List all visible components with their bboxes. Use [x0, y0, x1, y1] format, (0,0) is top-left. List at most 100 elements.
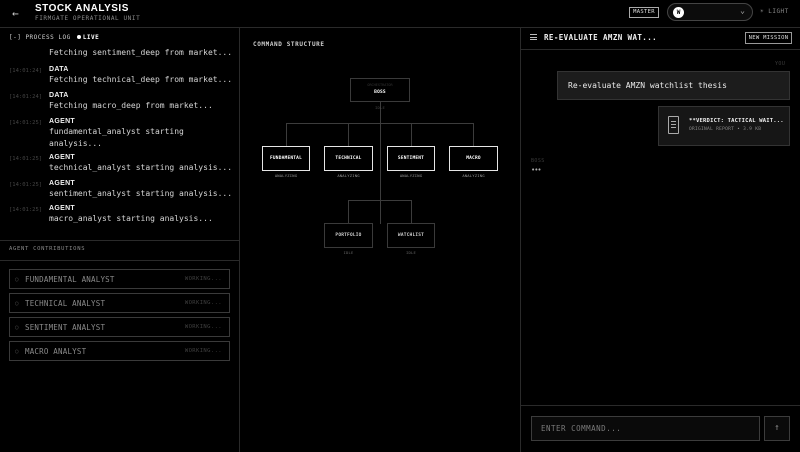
hamburger-menu-icon[interactable]	[530, 34, 537, 40]
arrow-left-icon[interactable]: ←	[12, 7, 19, 20]
log-message: Fetching macro_deep from market...	[49, 101, 213, 110]
connector-line	[411, 123, 412, 146]
log-type: AGENT	[49, 154, 75, 161]
connector-line	[286, 123, 474, 124]
agent-card-technical[interactable]: ○ TECHNICAL ANALYST WORKING...	[9, 293, 230, 313]
node-status: ANALYZING	[337, 173, 360, 178]
sender-label-boss: BOSS	[531, 158, 545, 164]
command-input[interactable]	[531, 416, 760, 441]
log-message: fundamental_analyst starting	[49, 127, 184, 136]
mission-title: RE-EVALUATE AMZN WAT...	[544, 33, 658, 42]
agent-name: SENTIMENT ANALYST	[25, 323, 106, 332]
log-message: sentiment_analyst starting analysis...	[49, 189, 233, 198]
agent-status: WORKING...	[184, 324, 222, 330]
report-title: **VERDICT: TACTICAL WAIT...	[689, 118, 784, 124]
node-watchlist[interactable]: WATCHLIST	[387, 223, 435, 248]
user-message-bubble: Re-evaluate AMZN watchlist thesis	[557, 71, 790, 100]
status-dot-icon: ○	[15, 348, 19, 355]
status-dot-icon: ○	[15, 324, 19, 331]
connector-line	[411, 200, 412, 223]
log-timestamp: [14:01:24]	[9, 94, 43, 100]
document-icon	[668, 116, 679, 134]
typing-indicator: •••	[531, 166, 542, 174]
connector-line	[473, 123, 474, 146]
log-timestamp: [14:01:25]	[9, 156, 43, 162]
node-faint-label: ORCHESTRATOR	[367, 83, 393, 87]
log-timestamp: [14:01:25]	[9, 182, 43, 188]
agent-card-sentiment[interactable]: ○ SENTIMENT ANALYST WORKING...	[9, 317, 230, 337]
theme-toggle[interactable]: ☀ LIGHT	[760, 8, 789, 15]
agent-card-fundamental[interactable]: ○ FUNDAMENTAL ANALYST WORKING...	[9, 269, 230, 289]
command-structure-header: COMMAND STRUCTURE	[253, 41, 325, 48]
user-message-text: Re-evaluate AMZN watchlist thesis	[568, 81, 727, 90]
workspace-avatar: W	[673, 7, 684, 18]
workspace-selector[interactable]: W ⌄	[667, 3, 753, 21]
page-subtitle: FIRMGATE OPERATIONAL UNIT	[35, 15, 141, 22]
node-portfolio[interactable]: PORTFOLIO	[324, 223, 373, 248]
process-log-title: [-] PROCESS LOG	[9, 34, 71, 41]
arrow-up-icon: ↑	[774, 423, 780, 433]
process-log-header[interactable]: [-] PROCESS LOG LIVE	[9, 34, 99, 41]
connector-line	[348, 123, 349, 146]
node-label: FUNDAMENTAL	[269, 156, 302, 161]
node-label: SENTIMENT	[397, 156, 425, 161]
node-label: BOSS	[374, 90, 386, 95]
send-button[interactable]: ↑	[764, 416, 790, 441]
report-attachment[interactable]: **VERDICT: TACTICAL WAIT... ORIGINAL REP…	[658, 106, 790, 146]
log-message: analysis...	[49, 139, 102, 148]
divider	[521, 49, 800, 50]
node-label: TECHNICAL	[335, 156, 362, 161]
node-status: ANALYZING	[274, 173, 298, 178]
status-dot-icon: ○	[15, 276, 19, 283]
log-type: AGENT	[49, 180, 75, 187]
node-macro[interactable]: MACRO	[449, 146, 498, 171]
divider	[0, 240, 240, 241]
command-structure-panel: COMMAND STRUCTURE ORCHESTRATOR BOSS IDLE…	[240, 28, 521, 452]
node-boss[interactable]: ORCHESTRATOR BOSS	[350, 78, 410, 102]
agent-name: TECHNICAL ANALYST	[25, 299, 106, 308]
chevron-down-icon: ⌄	[740, 6, 745, 15]
new-mission-button[interactable]: NEW MISSION	[745, 32, 792, 44]
node-status: IDLE	[375, 105, 385, 110]
log-type: AGENT	[49, 118, 75, 125]
connector-line	[286, 123, 287, 146]
node-label: WATCHLIST	[397, 233, 425, 238]
status-dot-icon: ○	[15, 300, 19, 307]
log-type: DATA	[49, 92, 69, 99]
agent-name: FUNDAMENTAL ANALYST	[25, 275, 115, 284]
node-status: IDLE	[343, 250, 354, 255]
divider	[0, 260, 240, 261]
page-title: STOCK ANALYSIS	[35, 3, 129, 14]
connector-line	[348, 200, 349, 223]
contributions-header: AGENT CONTRIBUTIONS	[9, 246, 86, 252]
agent-card-macro[interactable]: ○ MACRO ANALYST WORKING...	[9, 341, 230, 361]
node-status: ANALYZING	[462, 173, 485, 178]
node-sentiment[interactable]: SENTIMENT	[387, 146, 435, 171]
mission-panel: RE-EVALUATE AMZN WAT... NEW MISSION YOU …	[521, 28, 800, 452]
log-message: technical_analyst starting analysis...	[49, 163, 233, 172]
node-label: PORTFOLIO	[335, 233, 362, 238]
node-fundamental[interactable]: FUNDAMENTAL	[262, 146, 310, 171]
left-panel: [-] PROCESS LOG LIVE Fetching sentiment_…	[0, 28, 240, 452]
log-message: Fetching sentiment_deep from market...	[49, 48, 233, 57]
log-type: DATA	[49, 66, 69, 73]
node-status: ANALYZING	[399, 173, 423, 178]
node-technical[interactable]: TECHNICAL	[324, 146, 373, 171]
log-timestamp: [14:01:25]	[9, 207, 43, 213]
log-type: AGENT	[49, 205, 75, 212]
divider	[521, 405, 800, 406]
app-header: ← STOCK ANALYSIS FIRMGATE OPERATIONAL UN…	[0, 0, 800, 28]
agent-status: WORKING...	[184, 300, 222, 306]
report-meta: ORIGINAL REPORT • 3.9 KB	[689, 127, 762, 132]
agent-status: WORKING...	[184, 276, 222, 282]
agent-name: MACRO ANALYST	[25, 347, 87, 356]
mode-badge[interactable]: MASTER	[629, 7, 659, 18]
sender-label-you: YOU	[775, 61, 786, 67]
live-dot-icon	[76, 35, 81, 39]
log-message: macro_analyst starting analysis...	[49, 214, 213, 223]
connector-line	[380, 102, 381, 224]
log-timestamp: [14:01:25]	[9, 120, 43, 126]
log-message: Fetching technical_deep from market...	[49, 75, 233, 84]
log-timestamp: [14:01:24]	[9, 68, 43, 74]
connector-line	[348, 200, 412, 201]
